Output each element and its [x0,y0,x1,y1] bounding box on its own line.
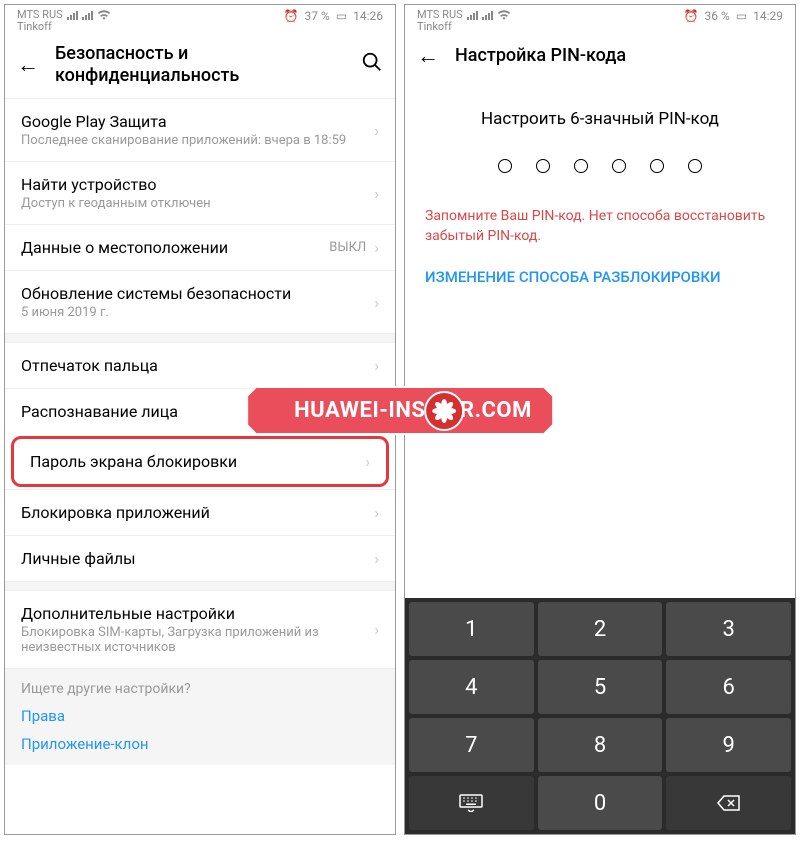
pin-dot [650,159,664,173]
signal-icon [482,11,493,20]
battery-percent: 36 % [705,9,730,23]
watermark-text: HUAWEI-INSIDER.COM [246,386,554,435]
battery-icon: ▭ [336,9,347,23]
wifi-icon [97,10,111,20]
footer-link-permissions[interactable]: Права [21,707,379,725]
screen-header: ← Настройка PIN-кода [405,35,795,81]
page-title: Безопасность и конфиденциальность [55,43,345,86]
clock: 14:29 [753,9,783,23]
screen-header: ← Безопасность и конфиденциальность [5,35,395,98]
chevron-right-icon: › [365,452,370,471]
chevron-right-icon: › [374,293,379,312]
statusbar: MTS RUS Tinkoff ⏰ 36 % ▭ 14:29 [405,5,795,35]
signal-icon [67,11,78,20]
signal-icon [82,11,93,20]
item-title: Блокировка приложений [21,503,374,522]
item-title: Данные о местоположении [21,238,329,257]
item-lockscreen-password[interactable]: Пароль экрана блокировки › [14,439,386,484]
item-find-device[interactable]: Найти устройство Доступ к геоданным отклю… [5,161,395,224]
chevron-right-icon: › [374,620,379,639]
change-unlock-method[interactable]: ИЗМЕНЕНИЕ СПОСОБА РАЗБЛОКИРОВКИ [405,268,795,286]
carrier-label-2: Tinkoff [417,21,511,33]
item-title: Пароль экрана блокировки [30,452,365,471]
key-0[interactable]: 0 [538,776,663,830]
item-subtitle: Последнее сканирование приложений: вчера… [21,133,374,148]
pin-dot [536,159,550,173]
footer-search-hints: Ищете другие настройки? Права Приложение… [5,668,395,765]
alarm-icon: ⏰ [684,9,699,23]
page-title: Настройка PIN-кода [455,45,783,67]
pin-prompt: Настроить 6-значный PIN-код [405,81,795,159]
key-4[interactable]: 4 [409,660,534,714]
key-6[interactable]: 6 [666,660,791,714]
section-divider [5,333,395,343]
statusbar: MTS RUS Tinkoff ⏰ 37 % ▭ 14:26 [5,5,395,35]
item-title: Дополнительные настройки [21,604,374,623]
chevron-right-icon: › [374,238,379,257]
item-security-update[interactable]: Обновление системы безопасности 5 июня 20… [5,270,395,333]
chevron-right-icon: › [374,184,379,203]
footer-prompt: Ищете другие настройки? [21,681,379,697]
settings-list: Google Play Защита Последнее сканирование… [5,98,395,834]
item-fingerprint[interactable]: Отпечаток пальца › [5,343,395,388]
wifi-icon [497,10,511,20]
clock: 14:26 [353,9,383,23]
item-title: Найти устройство [21,175,374,194]
pin-dot [574,159,588,173]
key-2[interactable]: 2 [538,602,663,656]
item-private-files[interactable]: Личные файлы › [5,535,395,581]
carrier-label-2: Tinkoff [17,21,111,33]
key-9[interactable]: 9 [666,718,791,772]
item-subtitle: Доступ к геоданным отключен [21,196,374,211]
footer-link-appclone[interactable]: Приложение-клон [21,735,379,753]
chevron-right-icon: › [374,503,379,522]
key-backspace[interactable] [666,776,791,830]
pin-warning: Запомните Ваш PIN-код. Нет способа восст… [405,203,795,268]
numeric-keypad: 1 2 3 4 5 6 7 8 9 0 [405,598,795,834]
item-google-play-protect[interactable]: Google Play Защита Последнее сканирование… [5,98,395,161]
highlighted-item: Пароль экрана блокировки › [11,436,389,487]
item-title: Отпечаток пальца [21,356,374,375]
item-title: Личные файлы [21,549,374,568]
section-divider [5,581,395,591]
key-1[interactable]: 1 [409,602,534,656]
pin-dot [688,159,702,173]
chevron-right-icon: › [374,356,379,375]
item-title: Google Play Защита [21,112,374,131]
watermark-overlay: HUAWEI-INSIDER.COM [246,386,554,435]
pin-dot [498,159,512,173]
key-7[interactable]: 7 [409,718,534,772]
signal-icon [467,11,478,20]
chevron-right-icon: › [374,549,379,568]
pin-dot [612,159,626,173]
search-button[interactable] [361,51,383,78]
battery-icon: ▭ [736,9,747,23]
back-button[interactable]: ← [17,52,39,78]
chevron-right-icon: › [374,121,379,140]
battery-percent: 37 % [305,9,330,23]
item-location-data[interactable]: Данные о местоположении ВЫКЛ › [5,224,395,270]
alarm-icon: ⏰ [284,9,299,23]
item-subtitle: 5 июня 2019 г. [21,305,374,320]
pin-input-dots [405,159,795,203]
key-5[interactable]: 5 [538,660,663,714]
huawei-logo-icon [424,391,464,431]
key-3[interactable]: 3 [666,602,791,656]
back-button[interactable]: ← [417,43,439,69]
key-hide-keyboard[interactable] [409,776,534,830]
item-additional-settings[interactable]: Дополнительные настройки Блокировка SIM-к… [5,591,395,668]
item-subtitle: Блокировка SIM-карты, Загрузка приложени… [21,625,374,655]
item-title: Обновление системы безопасности [21,284,374,303]
key-8[interactable]: 8 [538,718,663,772]
item-app-lock[interactable]: Блокировка приложений › [5,489,395,535]
item-status: ВЫКЛ [329,240,366,255]
